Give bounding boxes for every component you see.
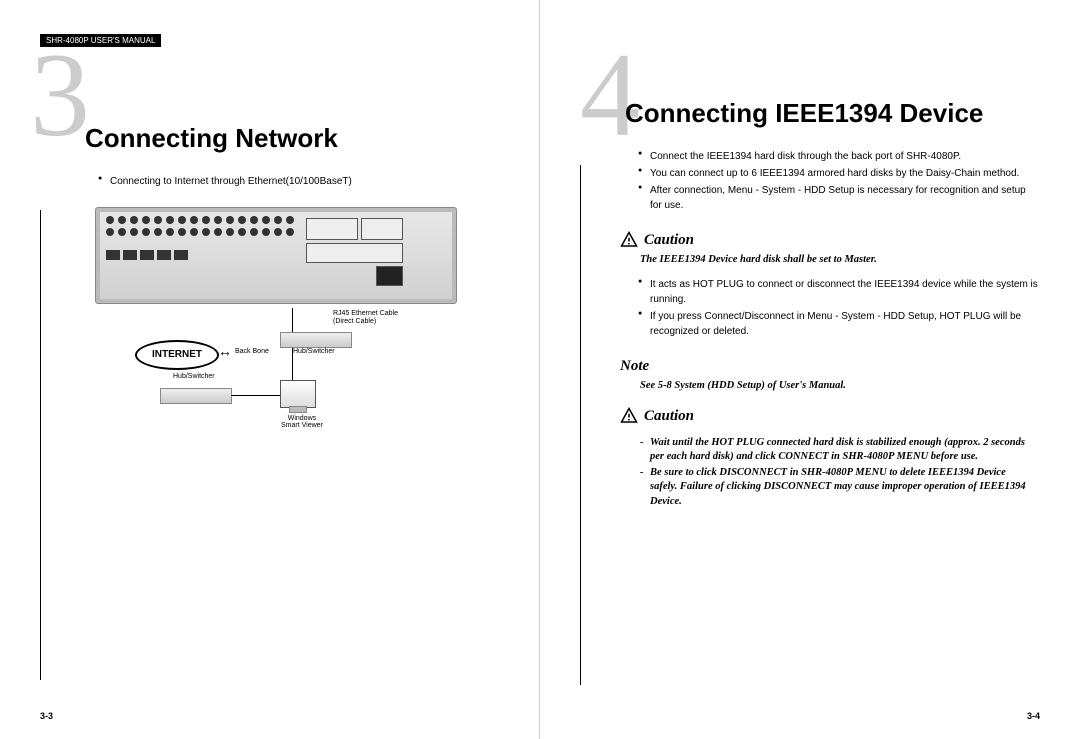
- note-text: See 5-8 System (HDD Setup) of User's Man…: [640, 379, 1030, 393]
- network-bullets: Connecting to Internet through Ethernet(…: [40, 174, 499, 189]
- hub-top: [280, 332, 352, 348]
- warning-icon: [620, 407, 638, 425]
- monitor-icon: [280, 380, 316, 408]
- bullet-item: You can connect up to 6 IEEE1394 armored…: [640, 166, 1040, 181]
- warning-icon: [620, 231, 638, 249]
- bullet-item: It acts as HOT PLUG to connect or discon…: [640, 277, 1040, 307]
- network-diagram: RJ45 Ethernet Cable (Direct Cable) INTER…: [95, 207, 495, 450]
- dvr-rear-panel: [95, 207, 457, 304]
- internet-oval: INTERNET: [135, 340, 219, 370]
- bullet-item: Connect the IEEE1394 hard disk through t…: [640, 149, 1040, 164]
- right-rule: [580, 165, 581, 685]
- caution-1-text: The IEEE1394 Device hard disk shall be s…: [640, 253, 1030, 267]
- rj45-label-1: RJ45 Ethernet Cable: [333, 310, 398, 317]
- viewer-label-2: Smart Viewer: [281, 422, 323, 429]
- caution-label: Caution: [644, 232, 694, 249]
- hub-label-top: Hub/Switcher: [293, 348, 335, 355]
- page-number-left: 3-3: [40, 711, 53, 721]
- arrow-icon: ↔: [218, 343, 232, 359]
- note-label: Note: [620, 358, 649, 374]
- note-block: Note: [620, 357, 1040, 375]
- hub-bottom: [160, 388, 232, 404]
- page-right: 4 Connecting IEEE1394 Device Connect the…: [540, 0, 1080, 739]
- hub-label-bottom: Hub/Switcher: [173, 373, 215, 380]
- caution-2-item: Wait until the HOT PLUG connected hard d…: [640, 436, 1030, 464]
- caution-label: Caution: [644, 408, 694, 425]
- caution-2: Caution: [620, 407, 1040, 425]
- rj45-label-2: (Direct Cable): [333, 318, 376, 325]
- page-left: SHR-4080P USER'S MANUAL 3 Connecting Net…: [0, 0, 540, 739]
- viewer-label-1: Windows: [288, 415, 316, 422]
- ieee-bullets-2: It acts as HOT PLUG to connect or discon…: [580, 277, 1040, 339]
- page-spread: SHR-4080P USER'S MANUAL 3 Connecting Net…: [0, 0, 1080, 739]
- ieee-bullets-1: Connect the IEEE1394 hard disk through t…: [580, 149, 1040, 213]
- caution-2-list: Wait until the HOT PLUG connected hard d…: [640, 436, 1030, 509]
- section-number-4: 4: [580, 35, 640, 155]
- backbone-label: Back Bone: [235, 348, 269, 355]
- page-number-right: 3-4: [1027, 711, 1040, 721]
- caution-2-item: Be sure to click DISCONNECT in SHR-4080P…: [640, 466, 1030, 509]
- bullet-item: If you press Connect/Disconnect in Menu …: [640, 309, 1040, 339]
- left-rule: [40, 210, 41, 680]
- section-title-ieee1394: Connecting IEEE1394 Device: [580, 98, 1040, 129]
- section-title-network: Connecting Network: [40, 123, 499, 154]
- caution-1: Caution: [620, 231, 1040, 249]
- bullet-item: After connection, Menu - System - HDD Se…: [640, 183, 1040, 213]
- bullet-item: Connecting to Internet through Ethernet(…: [100, 174, 499, 189]
